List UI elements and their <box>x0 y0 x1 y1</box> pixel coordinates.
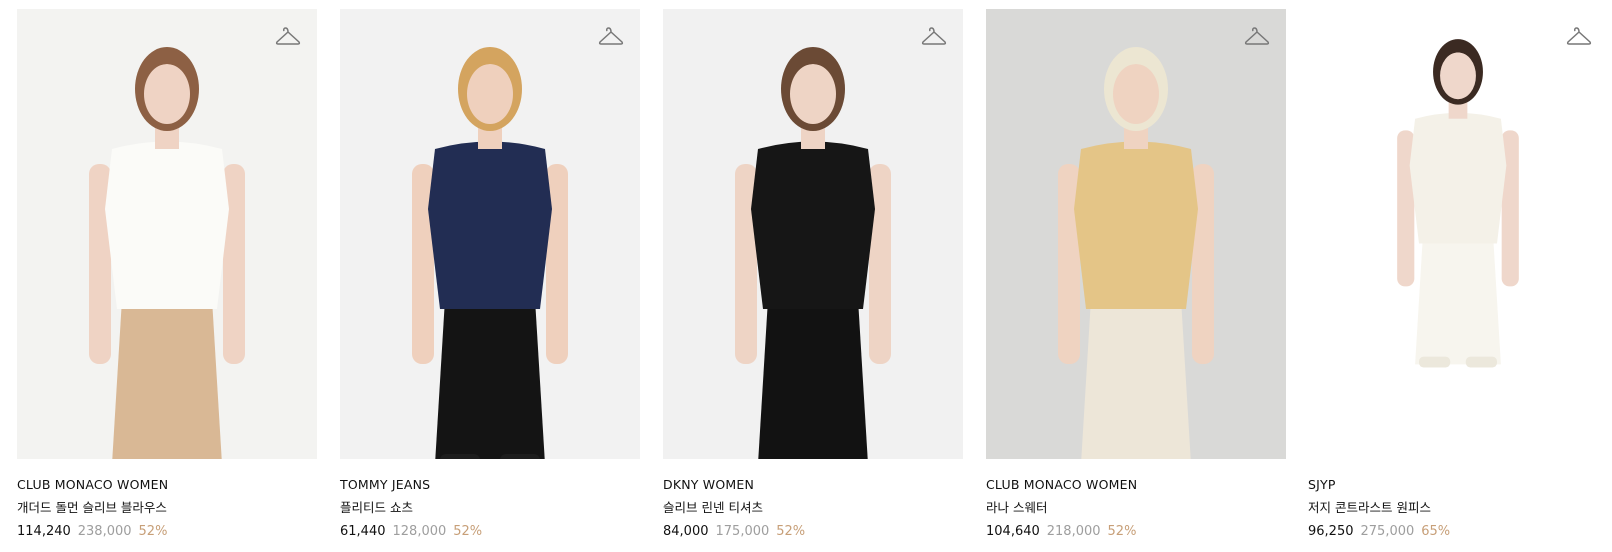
discount-rate: 65% <box>1421 524 1451 539</box>
product-name[interactable]: 개더드 돌먼 슬리브 블라우스 <box>17 500 317 516</box>
product-name[interactable]: 슬리브 린넨 티셔츠 <box>663 500 963 516</box>
product-photo <box>340 9 640 459</box>
product-card[interactable]: SJYP 저지 콘트라스트 원피스 96,250 275,000 65% <box>1308 9 1608 549</box>
discount-rate: 52% <box>776 524 806 539</box>
sale-price: 104,640 <box>986 524 1040 539</box>
original-price: 128,000 <box>392 524 447 539</box>
product-brand[interactable]: SJYP <box>1308 477 1608 493</box>
product-info: SJYP 저지 콘트라스트 원피스 96,250 275,000 65% <box>1308 477 1608 540</box>
discount-rate: 52% <box>453 524 483 539</box>
product-brand[interactable]: CLUB MONACO WOMEN <box>986 477 1286 493</box>
product-name[interactable]: 라나 스웨터 <box>986 500 1286 516</box>
product-photo <box>663 9 963 459</box>
product-card[interactable]: TOMMY JEANS 플리티드 쇼츠 61,440 128,000 52% <box>340 9 640 549</box>
product-photo <box>1308 9 1608 459</box>
original-price: 175,000 <box>715 524 770 539</box>
product-photo <box>986 9 1286 459</box>
product-brand[interactable]: CLUB MONACO WOMEN <box>17 477 317 493</box>
hanger-icon[interactable] <box>1244 25 1270 47</box>
product-image[interactable] <box>1308 9 1608 459</box>
discount-rate: 52% <box>138 524 168 539</box>
original-price: 238,000 <box>77 524 132 539</box>
product-card[interactable]: CLUB MONACO WOMEN 개더드 돌먼 슬리브 블라우스 114,24… <box>17 9 317 549</box>
product-info: CLUB MONACO WOMEN 개더드 돌먼 슬리브 블라우스 114,24… <box>17 477 317 540</box>
price-row: 96,250 275,000 65% <box>1308 524 1608 540</box>
product-brand[interactable]: DKNY WOMEN <box>663 477 963 493</box>
hanger-icon[interactable] <box>275 25 301 47</box>
product-image[interactable] <box>986 9 1286 459</box>
hanger-icon[interactable] <box>1566 25 1592 47</box>
hanger-icon[interactable] <box>921 25 947 47</box>
sale-price: 61,440 <box>340 524 386 539</box>
product-grid: CLUB MONACO WOMEN 개더드 돌먼 슬리브 블라우스 114,24… <box>0 0 1612 552</box>
product-image[interactable] <box>17 9 317 459</box>
product-name[interactable]: 저지 콘트라스트 원피스 <box>1308 500 1608 516</box>
original-price: 275,000 <box>1360 524 1415 539</box>
product-image[interactable] <box>340 9 640 459</box>
price-row: 104,640 218,000 52% <box>986 524 1286 540</box>
product-info: DKNY WOMEN 슬리브 린넨 티셔츠 84,000 175,000 52% <box>663 477 963 540</box>
sale-price: 96,250 <box>1308 524 1354 539</box>
price-row: 114,240 238,000 52% <box>17 524 317 540</box>
product-card[interactable]: DKNY WOMEN 슬리브 린넨 티셔츠 84,000 175,000 52% <box>663 9 963 549</box>
sale-price: 114,240 <box>17 524 71 539</box>
price-row: 61,440 128,000 52% <box>340 524 640 540</box>
hanger-icon[interactable] <box>598 25 624 47</box>
product-brand[interactable]: TOMMY JEANS <box>340 477 640 493</box>
product-info: TOMMY JEANS 플리티드 쇼츠 61,440 128,000 52% <box>340 477 640 540</box>
product-photo <box>17 9 317 459</box>
original-price: 218,000 <box>1046 524 1101 539</box>
discount-rate: 52% <box>1107 524 1137 539</box>
product-name[interactable]: 플리티드 쇼츠 <box>340 500 640 516</box>
product-info: CLUB MONACO WOMEN 라나 스웨터 104,640 218,000 5… <box>986 477 1286 540</box>
product-image[interactable] <box>663 9 963 459</box>
price-row: 84,000 175,000 52% <box>663 524 963 540</box>
sale-price: 84,000 <box>663 524 709 539</box>
product-card[interactable]: CLUB MONACO WOMEN 라나 스웨터 104,640 218,000 5… <box>986 9 1286 549</box>
